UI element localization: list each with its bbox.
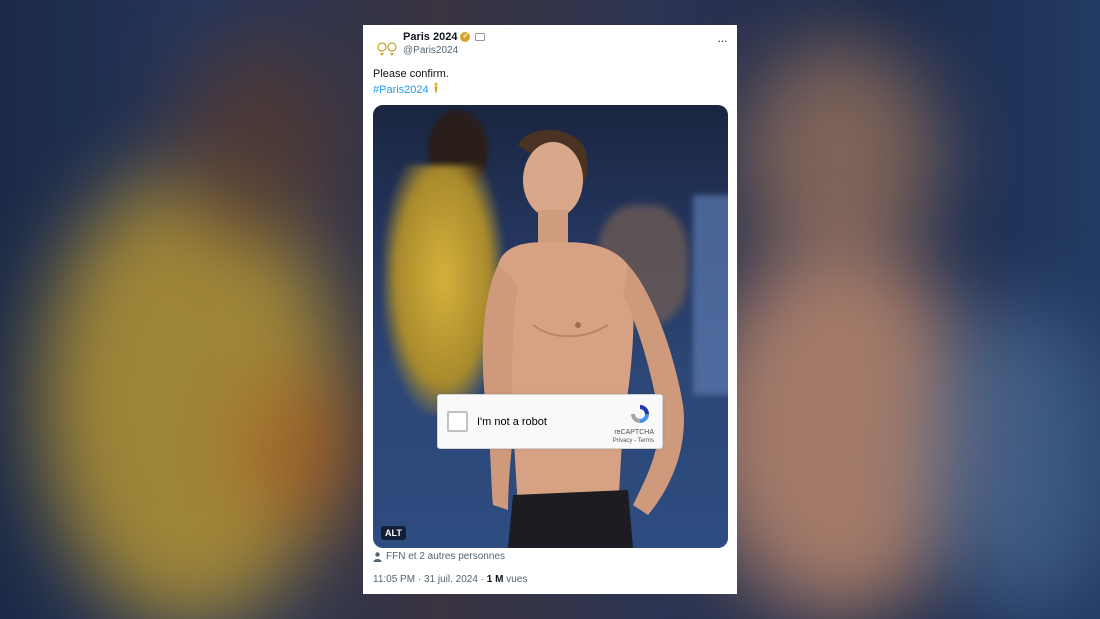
hashtag-link[interactable]: #Paris2024 <box>373 84 429 96</box>
tweet-meta: 11:05 PM · 31 juil. 2024 · 1 M vues <box>373 574 527 585</box>
user-handle[interactable]: @Paris2024 <box>403 45 458 56</box>
recaptcha-checkbox[interactable] <box>447 411 468 432</box>
views-label: vues <box>503 574 528 585</box>
recaptcha-label: I'm not a robot <box>477 416 547 428</box>
meta-separator: · <box>415 574 424 585</box>
tweet-time[interactable]: 11:05 PM <box>373 574 415 585</box>
paris-2024-logo-icon[interactable] <box>373 35 401 63</box>
display-name[interactable]: Paris 2024 ✓ <box>403 31 486 43</box>
tagged-people-text[interactable]: FFN et 2 autres personnes <box>386 551 505 562</box>
verified-badge-icon: ✓ <box>460 32 471 42</box>
affiliate-badge-icon <box>475 33 486 41</box>
tweet-text-line: Please confirm. <box>373 68 449 80</box>
alt-badge[interactable]: ALT <box>381 526 406 540</box>
meta-separator: · <box>477 574 487 585</box>
recaptcha-brand: reCAPTCHA <box>614 429 654 436</box>
display-name-text[interactable]: Paris 2024 <box>403 31 457 43</box>
tweet-date[interactable]: 31 juil. 2024 <box>424 574 478 585</box>
tweet-card: Paris 2024 ✓ @Paris2024 ··· Please confi… <box>363 25 737 594</box>
person-icon <box>373 551 382 562</box>
tweet-header: Paris 2024 ✓ @Paris2024 ··· <box>373 31 728 63</box>
recaptcha-widget: I'm not a robot reCAPTCHA Privacy - Term… <box>437 394 663 449</box>
tweet-image[interactable]: I'm not a robot reCAPTCHA Privacy - Term… <box>373 105 728 548</box>
more-icon[interactable]: ··· <box>717 33 728 48</box>
tweet-text: Please confirm. #Paris2024 <box>373 67 449 98</box>
swimmer-figure <box>482 130 684 548</box>
views-count: 1 M <box>486 574 504 585</box>
torch-icon <box>432 82 440 96</box>
recaptcha-logo-icon <box>631 405 649 423</box>
recaptcha-links[interactable]: Privacy - Terms <box>613 438 654 444</box>
tagged-people[interactable]: FFN et 2 autres personnes <box>373 551 505 562</box>
